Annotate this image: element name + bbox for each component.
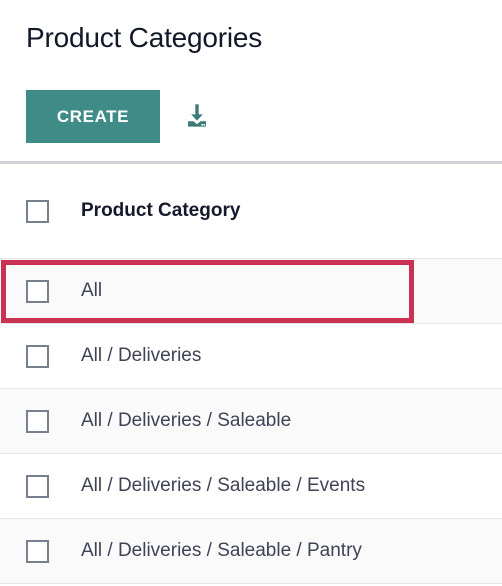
product-category-list: Product Category All All / Deliveries Al… [0,164,502,584]
row-checkbox-cell [0,344,81,368]
table-row[interactable]: All / Deliveries / Saleable / Pantry [0,519,502,584]
page-header: Product Categories CREATE [0,0,502,164]
row-label-product-category[interactable]: All / Deliveries / Saleable / Events [81,474,502,498]
row-checkbox-cell [0,409,81,433]
select-all-cell [0,199,81,223]
download-import-icon[interactable] [182,102,212,132]
row-checkbox-cell [0,279,81,303]
table-row[interactable]: All / Deliveries / Saleable [0,389,502,454]
table-row[interactable]: All / Deliveries / Saleable / Events [0,454,502,519]
row-checkbox[interactable] [26,474,49,498]
row-checkbox-cell [0,539,81,563]
create-button[interactable]: CREATE [26,90,160,143]
column-header-product-category[interactable]: Product Category [81,199,502,223]
table-row[interactable]: All / Deliveries [0,324,502,389]
row-label-product-category[interactable]: All [81,279,502,303]
list-header-row: Product Category [0,164,502,259]
select-all-checkbox[interactable] [26,199,49,223]
row-checkbox[interactable] [26,279,49,303]
control-panel: CREATE [26,90,212,143]
row-checkbox[interactable] [26,409,49,433]
row-label-product-category[interactable]: All / Deliveries / Saleable [81,409,502,433]
row-label-product-category[interactable]: All / Deliveries / Saleable / Pantry [81,539,502,563]
page-title: Product Categories [26,22,263,53]
table-row[interactable]: All [0,259,502,324]
row-label-product-category[interactable]: All / Deliveries [81,344,502,368]
row-checkbox-cell [0,474,81,498]
row-checkbox[interactable] [26,539,49,563]
row-checkbox[interactable] [26,344,49,368]
